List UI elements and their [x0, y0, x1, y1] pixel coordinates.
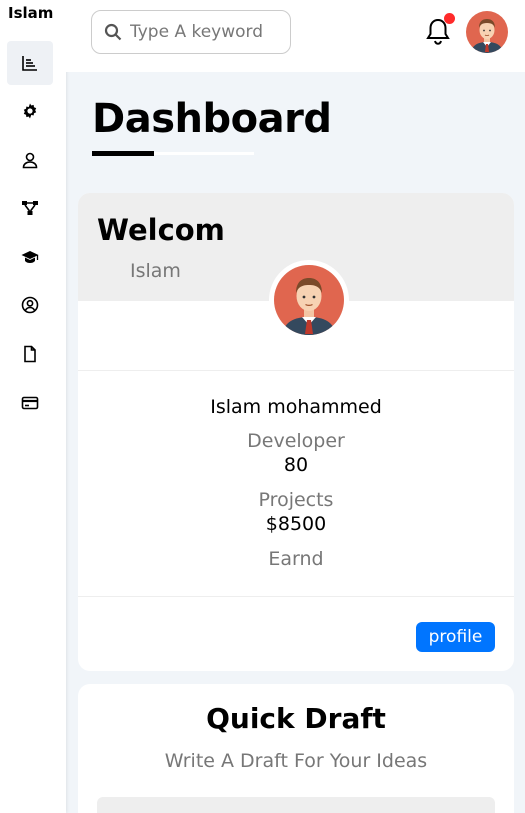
avatar[interactable]: [466, 11, 508, 53]
sidebar-item-settings[interactable]: [7, 89, 53, 133]
welcome-card: Welcom Islam Islam mohammed Developer 80…: [78, 193, 514, 671]
quick-draft-card: Quick Draft Write A Draft For Your Ideas: [78, 684, 514, 813]
sidebar: Islam: [0, 0, 66, 813]
sidebar-item-plans[interactable]: [7, 381, 53, 425]
profile-button[interactable]: profile: [416, 622, 495, 652]
avatar-image: [274, 265, 344, 335]
welcome-avatar: [269, 260, 349, 340]
gear-icon: [23, 103, 37, 119]
credit-card-icon: [21, 396, 39, 410]
file-icon: [24, 345, 36, 363]
sidebar-item-files[interactable]: [7, 332, 53, 376]
divider: [78, 370, 514, 371]
sidebar-item-courses[interactable]: [7, 235, 53, 279]
brand-name: Islam: [8, 4, 54, 22]
page-title: Dashboard: [92, 96, 332, 142]
user-circle-icon: [21, 296, 39, 314]
earned-label: Earnd: [268, 548, 324, 570]
search-box[interactable]: [91, 10, 291, 54]
sidebar-item-profile[interactable]: [7, 138, 53, 182]
graduation-cap-icon: [21, 251, 39, 263]
quick-draft-title: Quick Draft: [206, 702, 386, 735]
search-input[interactable]: [130, 22, 290, 42]
chart-icon: [22, 56, 37, 71]
notification-dot: [444, 13, 455, 24]
divider: [78, 596, 514, 597]
projects-value: $8500: [265, 513, 327, 535]
nodes-icon: [22, 201, 38, 215]
user-icon: [22, 152, 38, 169]
search-icon: [104, 23, 122, 41]
role-value: 80: [283, 454, 309, 476]
role-label: Developer: [247, 430, 345, 452]
projects-label: Projects: [258, 489, 334, 511]
sidebar-item-projects[interactable]: [7, 186, 53, 230]
welcome-heading: Welcom: [97, 213, 225, 247]
full-name: Islam mohammed: [210, 396, 382, 418]
title-underline: [92, 151, 154, 156]
sidebar-item-dashboard[interactable]: [7, 41, 53, 85]
draft-title-input[interactable]: [97, 797, 495, 813]
welcome-username: Islam: [130, 260, 181, 282]
sidebar-item-friends[interactable]: [7, 283, 53, 327]
top-header: [66, 0, 525, 72]
quick-draft-subtitle: Write A Draft For Your Ideas: [164, 750, 428, 772]
